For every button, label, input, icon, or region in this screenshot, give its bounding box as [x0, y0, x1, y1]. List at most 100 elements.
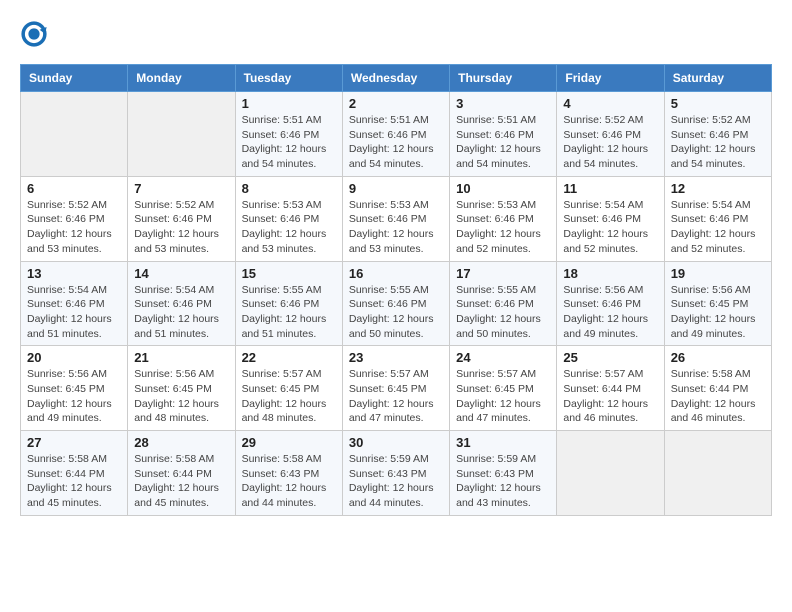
calendar-cell: 30 Sunrise: 5:59 AMSunset: 6:43 PMDayligh… [342, 431, 449, 516]
week-row-5: 27 Sunrise: 5:58 AMSunset: 6:44 PMDayligh… [21, 431, 772, 516]
day-info: Sunrise: 5:58 AMSunset: 6:44 PMDaylight:… [27, 452, 121, 511]
calendar-cell: 21 Sunrise: 5:56 AMSunset: 6:45 PMDayligh… [128, 346, 235, 431]
calendar-cell: 3 Sunrise: 5:51 AMSunset: 6:46 PMDaylight… [450, 92, 557, 177]
calendar-cell: 15 Sunrise: 5:55 AMSunset: 6:46 PMDayligh… [235, 261, 342, 346]
week-row-3: 13Sunrise: 5:54 AMSunset: 6:46 PMDayligh… [21, 261, 772, 346]
day-info: Sunrise: 5:59 AMSunset: 6:43 PMDaylight:… [349, 452, 443, 511]
week-row-4: 20 Sunrise: 5:56 AMSunset: 6:45 PMDayligh… [21, 346, 772, 431]
day-info: Sunrise: 5:58 AMSunset: 6:44 PMDaylight:… [671, 367, 765, 426]
day-info: Sunrise: 5:57 AMSunset: 6:44 PMDaylight:… [563, 367, 657, 426]
calendar-cell: 29 Sunrise: 5:58 AMSunset: 6:43 PMDayligh… [235, 431, 342, 516]
calendar-cell: 1 Sunrise: 5:51 AMSunset: 6:46 PMDaylight… [235, 92, 342, 177]
calendar-cell: 9 Sunrise: 5:53 AMSunset: 6:46 PMDaylight… [342, 176, 449, 261]
calendar-cell: 17Sunrise: 5:55 AMSunset: 6:46 PMDayligh… [450, 261, 557, 346]
day-number: 31 [456, 435, 550, 450]
calendar-cell: 7Sunrise: 5:52 AMSunset: 6:46 PMDaylight… [128, 176, 235, 261]
day-number: 22 [242, 350, 336, 365]
day-number: 30 [349, 435, 443, 450]
day-number: 10 [456, 181, 550, 196]
day-number: 5 [671, 96, 765, 111]
day-info: Sunrise: 5:52 AMSunset: 6:46 PMDaylight:… [671, 113, 765, 172]
calendar-cell: 4Sunrise: 5:52 AMSunset: 6:46 PMDaylight… [557, 92, 664, 177]
day-info: Sunrise: 5:57 AMSunset: 6:45 PMDaylight:… [349, 367, 443, 426]
calendar-cell [664, 431, 771, 516]
calendar-cell: 28 Sunrise: 5:58 AMSunset: 6:44 PMDayligh… [128, 431, 235, 516]
calendar-cell: 10 Sunrise: 5:53 AMSunset: 6:46 PMDayligh… [450, 176, 557, 261]
calendar-cell: 27 Sunrise: 5:58 AMSunset: 6:44 PMDayligh… [21, 431, 128, 516]
day-info: Sunrise: 5:56 AMSunset: 6:45 PMDaylight:… [27, 367, 121, 426]
day-info: Sunrise: 5:52 AMSunset: 6:46 PMDaylight:… [27, 198, 121, 257]
day-info: Sunrise: 5:58 AMSunset: 6:43 PMDaylight:… [242, 452, 336, 511]
day-number: 27 [27, 435, 121, 450]
day-info: Sunrise: 5:55 AMSunset: 6:46 PMDaylight:… [349, 283, 443, 342]
week-row-1: 1 Sunrise: 5:51 AMSunset: 6:46 PMDaylight… [21, 92, 772, 177]
day-number: 15 [242, 266, 336, 281]
day-number: 1 [242, 96, 336, 111]
day-info: Sunrise: 5:51 AMSunset: 6:46 PMDaylight:… [242, 113, 336, 172]
day-number: 8 [242, 181, 336, 196]
header-day-wednesday: Wednesday [342, 65, 449, 92]
calendar-cell: 13Sunrise: 5:54 AMSunset: 6:46 PMDayligh… [21, 261, 128, 346]
day-number: 2 [349, 96, 443, 111]
day-number: 18 [563, 266, 657, 281]
calendar-cell: 31Sunrise: 5:59 AMSunset: 6:43 PMDayligh… [450, 431, 557, 516]
day-number: 29 [242, 435, 336, 450]
calendar-cell: 18 Sunrise: 5:56 AMSunset: 6:46 PMDayligh… [557, 261, 664, 346]
logo-icon [20, 20, 48, 48]
calendar-cell: 24 Sunrise: 5:57 AMSunset: 6:45 PMDayligh… [450, 346, 557, 431]
calendar-table: SundayMondayTuesdayWednesdayThursdayFrid… [20, 64, 772, 516]
day-info: Sunrise: 5:52 AMSunset: 6:46 PMDaylight:… [563, 113, 657, 172]
day-number: 6 [27, 181, 121, 196]
day-number: 20 [27, 350, 121, 365]
day-number: 19 [671, 266, 765, 281]
day-info: Sunrise: 5:55 AMSunset: 6:46 PMDaylight:… [242, 283, 336, 342]
header-day-sunday: Sunday [21, 65, 128, 92]
header-row: SundayMondayTuesdayWednesdayThursdayFrid… [21, 65, 772, 92]
day-number: 23 [349, 350, 443, 365]
day-info: Sunrise: 5:51 AMSunset: 6:46 PMDaylight:… [456, 113, 550, 172]
day-info: Sunrise: 5:54 AMSunset: 6:46 PMDaylight:… [27, 283, 121, 342]
header-day-tuesday: Tuesday [235, 65, 342, 92]
day-number: 21 [134, 350, 228, 365]
day-number: 24 [456, 350, 550, 365]
day-info: Sunrise: 5:56 AMSunset: 6:46 PMDaylight:… [563, 283, 657, 342]
day-info: Sunrise: 5:53 AMSunset: 6:46 PMDaylight:… [456, 198, 550, 257]
header-day-saturday: Saturday [664, 65, 771, 92]
day-number: 16 [349, 266, 443, 281]
day-number: 12 [671, 181, 765, 196]
header-day-thursday: Thursday [450, 65, 557, 92]
calendar-cell: 14Sunrise: 5:54 AMSunset: 6:46 PMDayligh… [128, 261, 235, 346]
day-info: Sunrise: 5:56 AMSunset: 6:45 PMDaylight:… [134, 367, 228, 426]
calendar-cell: 8 Sunrise: 5:53 AMSunset: 6:46 PMDaylight… [235, 176, 342, 261]
calendar-cell: 19Sunrise: 5:56 AMSunset: 6:45 PMDayligh… [664, 261, 771, 346]
day-info: Sunrise: 5:57 AMSunset: 6:45 PMDaylight:… [242, 367, 336, 426]
day-info: Sunrise: 5:53 AMSunset: 6:46 PMDaylight:… [242, 198, 336, 257]
calendar-cell: 22 Sunrise: 5:57 AMSunset: 6:45 PMDayligh… [235, 346, 342, 431]
day-number: 3 [456, 96, 550, 111]
page-header [20, 20, 772, 48]
day-info: Sunrise: 5:58 AMSunset: 6:44 PMDaylight:… [134, 452, 228, 511]
day-number: 28 [134, 435, 228, 450]
calendar-cell: 5 Sunrise: 5:52 AMSunset: 6:46 PMDaylight… [664, 92, 771, 177]
calendar-cell [128, 92, 235, 177]
day-info: Sunrise: 5:53 AMSunset: 6:46 PMDaylight:… [349, 198, 443, 257]
calendar-body: 1 Sunrise: 5:51 AMSunset: 6:46 PMDaylight… [21, 92, 772, 516]
day-info: Sunrise: 5:54 AMSunset: 6:46 PMDaylight:… [563, 198, 657, 257]
week-row-2: 6 Sunrise: 5:52 AMSunset: 6:46 PMDaylight… [21, 176, 772, 261]
day-number: 9 [349, 181, 443, 196]
day-number: 14 [134, 266, 228, 281]
header-day-friday: Friday [557, 65, 664, 92]
day-info: Sunrise: 5:51 AMSunset: 6:46 PMDaylight:… [349, 113, 443, 172]
day-number: 25 [563, 350, 657, 365]
calendar-cell: 26 Sunrise: 5:58 AMSunset: 6:44 PMDayligh… [664, 346, 771, 431]
day-number: 11 [563, 181, 657, 196]
day-number: 17 [456, 266, 550, 281]
logo [20, 20, 52, 48]
calendar-cell: 2 Sunrise: 5:51 AMSunset: 6:46 PMDaylight… [342, 92, 449, 177]
day-info: Sunrise: 5:54 AMSunset: 6:46 PMDaylight:… [671, 198, 765, 257]
calendar-cell: 25 Sunrise: 5:57 AMSunset: 6:44 PMDayligh… [557, 346, 664, 431]
day-number: 26 [671, 350, 765, 365]
day-info: Sunrise: 5:57 AMSunset: 6:45 PMDaylight:… [456, 367, 550, 426]
calendar-cell: 20 Sunrise: 5:56 AMSunset: 6:45 PMDayligh… [21, 346, 128, 431]
calendar-cell: 6 Sunrise: 5:52 AMSunset: 6:46 PMDaylight… [21, 176, 128, 261]
